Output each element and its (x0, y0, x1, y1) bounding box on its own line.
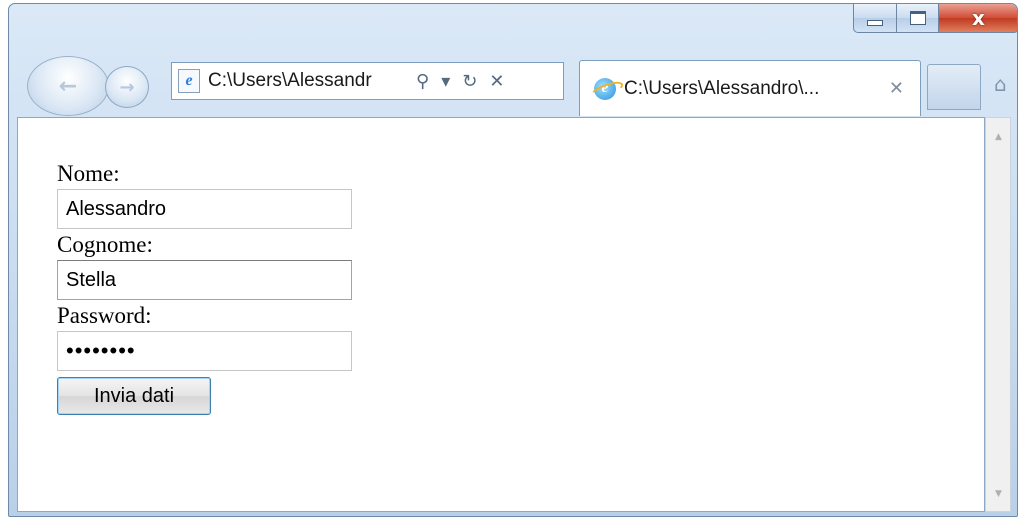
back-button[interactable]: ← (27, 56, 109, 116)
back-arrow-icon: ← (58, 73, 78, 99)
maximize-icon (909, 11, 926, 25)
submit-button[interactable]: Invia dati (57, 377, 211, 415)
address-text[interactable]: C:\Users\Alessandr (208, 70, 408, 92)
address-bar[interactable]: e C:\Users\Alessandr ⚲ ▾ ↻ ✕ (171, 62, 564, 100)
search-icon[interactable]: ⚲ (416, 71, 429, 92)
scroll-up-icon[interactable]: ▲ (995, 132, 1002, 142)
nome-input[interactable]: Alessandro (57, 189, 352, 229)
page-content: Nome: Alessandro Cognome: Stella Passwor… (17, 117, 985, 512)
ie-icon: e (594, 77, 616, 100)
dropdown-icon[interactable]: ▾ (441, 71, 450, 92)
close-window-button[interactable]: x (939, 4, 1017, 33)
scroll-down-icon[interactable]: ▼ (995, 489, 1002, 499)
new-tab-button[interactable] (927, 64, 981, 110)
window-caption-buttons: x (853, 4, 1017, 33)
forward-arrow-icon: → (119, 76, 135, 98)
minimize-icon (867, 20, 883, 26)
password-label: Password: (57, 303, 152, 328)
tab-active[interactable]: e C:\Users\Alessandro\... ✕ (579, 60, 921, 116)
tab-title: C:\Users\Alessandro\... (624, 77, 820, 99)
refresh-icon[interactable]: ↻ (462, 71, 477, 92)
forward-button[interactable]: → (105, 66, 149, 108)
vertical-scrollbar[interactable]: ▲ ▼ (985, 117, 1011, 512)
nome-label: Nome: (57, 161, 120, 186)
minimize-button[interactable] (853, 4, 897, 33)
home-icon[interactable]: ⌂ (994, 72, 1016, 96)
page-icon: e (178, 69, 200, 93)
cognome-input[interactable]: Stella (57, 260, 352, 300)
stop-icon[interactable]: ✕ (489, 71, 504, 92)
password-input[interactable]: •••••••• (57, 331, 352, 371)
browser-window: x ← → e C:\Users\Alessandr ⚲ ▾ ↻ ✕ e C:\… (8, 3, 1018, 517)
close-icon: x (972, 6, 985, 30)
login-form: Nome: Alessandro Cognome: Stella Passwor… (57, 159, 352, 415)
maximize-button[interactable] (897, 4, 939, 33)
cognome-label: Cognome: (57, 232, 153, 257)
tab-close-icon[interactable]: ✕ (889, 78, 904, 99)
